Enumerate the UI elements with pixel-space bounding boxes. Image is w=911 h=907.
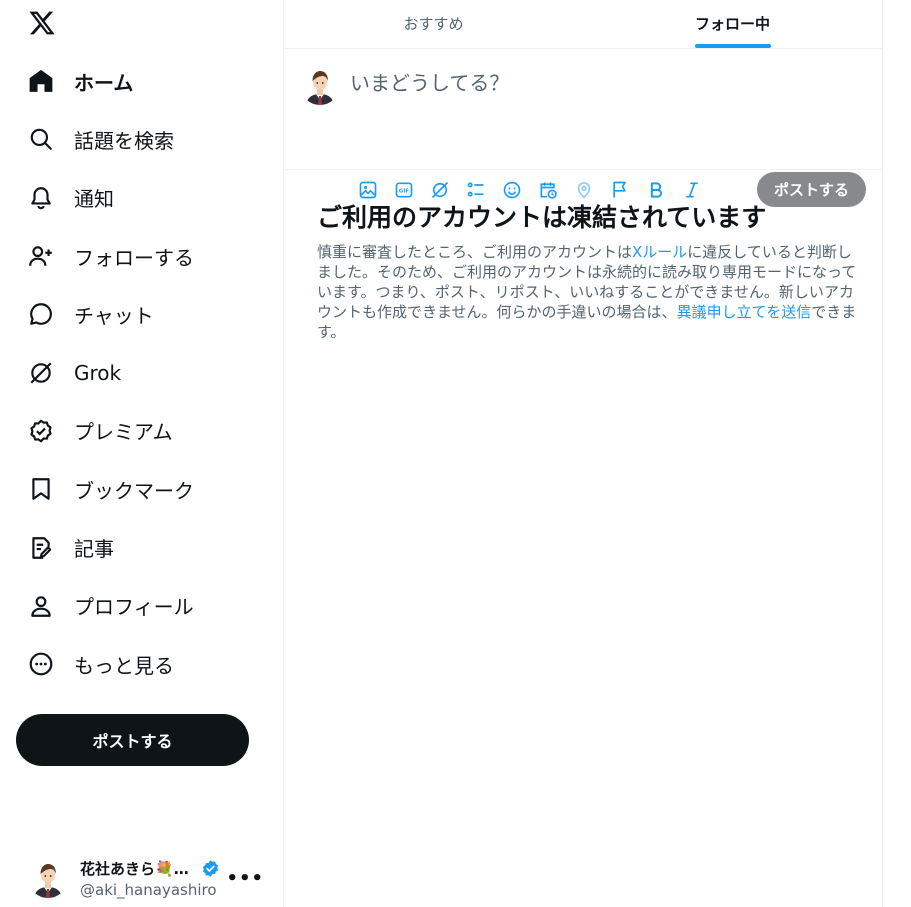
location-icon[interactable]: [566, 180, 602, 200]
chat-icon: [28, 301, 54, 327]
italic-icon[interactable]: [674, 180, 710, 200]
sidebar: ホーム 話題を検索 通知 フォローする チャット Grok プレミアム ブックマ…: [0, 0, 284, 907]
search-icon: [28, 126, 54, 152]
appeal-link[interactable]: 異議申し立てを送信: [677, 303, 812, 321]
grok-icon[interactable]: [422, 180, 458, 200]
home-icon: [28, 68, 54, 94]
primary-nav: ホーム 話題を検索 通知 フォローする チャット Grok プレミアム ブックマ…: [16, 52, 266, 693]
nav-item-label: もっと見る: [74, 653, 174, 678]
account-display-name: 花社あきら💐エンジニア: [80, 858, 220, 879]
follow-icon: [28, 243, 54, 269]
nav-item-label: チャット: [74, 303, 154, 328]
nav-item-grok[interactable]: Grok: [16, 343, 266, 401]
nav-item-premium[interactable]: プレミアム: [16, 402, 266, 460]
nav-item-profile[interactable]: プロフィール: [16, 577, 266, 635]
image-icon[interactable]: [350, 180, 386, 200]
poll-icon[interactable]: [458, 180, 494, 200]
nav-item-follow[interactable]: フォローする: [16, 227, 266, 285]
account-switcher[interactable]: 花社あきら💐エンジニア @aki_hanayashiro •••: [28, 852, 268, 904]
timeline-tabs: おすすめ フォロー中: [284, 0, 882, 49]
nav-item-bookmarks[interactable]: ブックマーク: [16, 460, 266, 518]
compose-input[interactable]: [350, 71, 750, 95]
nav-item-label: ホーム: [74, 70, 134, 95]
nav-item-explore[interactable]: 話題を検索: [16, 110, 266, 168]
avatar: [28, 858, 68, 898]
main-timeline: おすすめ フォロー中 いまどうしてる？ GIF ポストする ご利用のアカウントは…: [284, 0, 883, 907]
more-icon: [28, 651, 54, 677]
tab-for-you[interactable]: おすすめ: [284, 0, 583, 48]
verified-badge-icon: [202, 859, 219, 877]
premium-icon: [28, 418, 54, 444]
bold-icon[interactable]: [638, 180, 674, 200]
nav-item-more[interactable]: もっと見る: [16, 635, 266, 693]
account-names: 花社あきら💐エンジニア @aki_hanayashiro: [80, 858, 220, 899]
article-icon: [28, 535, 54, 561]
nav-item-label: フォローする: [74, 245, 194, 270]
emoji-icon[interactable]: [494, 180, 530, 200]
avatar[interactable]: [300, 65, 340, 105]
nav-item-label: 話題を検索: [74, 128, 174, 153]
notice-title: ご利用のアカウントは凍結されています: [317, 203, 767, 232]
x-logo-icon[interactable]: [28, 9, 56, 37]
bell-icon: [28, 185, 54, 211]
tab-following[interactable]: フォロー中: [583, 0, 882, 48]
account-more-icon[interactable]: •••: [226, 868, 264, 889]
notice-text: 慎重に審査したところ、ご利用のアカウントは: [317, 243, 633, 261]
gif-icon[interactable]: GIF: [386, 180, 422, 200]
grok-icon: [28, 360, 54, 386]
suspended-notice: ご利用のアカウントは凍結されています 慎重に審査したところ、ご利用のアカウントは…: [317, 202, 857, 342]
nav-item-label: プレミアム: [74, 420, 173, 445]
nav-item-label: ブックマーク: [74, 478, 194, 503]
nav-item-home[interactable]: ホーム: [16, 52, 266, 110]
composer-toolbar: GIF: [350, 180, 710, 200]
tab-label: フォロー中: [694, 15, 770, 33]
profile-icon: [28, 593, 54, 619]
nav-item-articles[interactable]: 記事: [16, 518, 266, 576]
nav-item-label: 記事: [74, 537, 114, 562]
flag-icon[interactable]: [602, 180, 638, 200]
account-handle: @aki_hanayashiro: [80, 880, 217, 899]
schedule-icon[interactable]: [530, 180, 566, 200]
svg-text:GIF: GIF: [399, 189, 409, 195]
tab-label: おすすめ: [403, 15, 464, 33]
notice-body: 慎重に審査したところ、ご利用のアカウントはXルールに違反していると判断しました。…: [317, 242, 857, 342]
bookmark-icon: [28, 476, 54, 502]
post-composer: GIF: [284, 49, 882, 207]
nav-item-chat[interactable]: チャット: [16, 285, 266, 343]
active-tab-indicator: [694, 44, 771, 48]
nav-item-label: Grok: [74, 360, 122, 385]
nav-item-label: 通知: [74, 187, 114, 212]
nav-item-notifications[interactable]: 通知: [16, 169, 266, 227]
x-rules-link[interactable]: Xルール: [632, 243, 687, 261]
sidebar-post-button[interactable]: ポストする: [16, 714, 249, 766]
nav-item-label: プロフィール: [74, 595, 194, 620]
